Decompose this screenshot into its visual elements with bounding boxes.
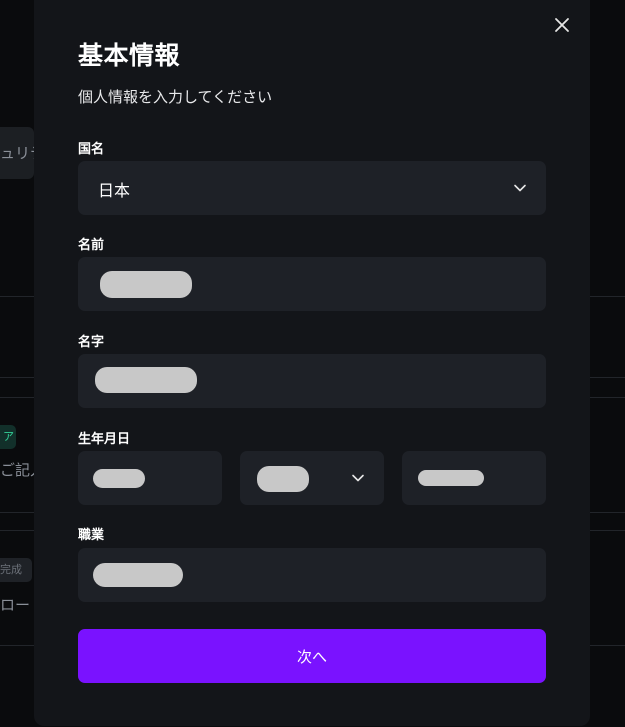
background-divider: [590, 397, 625, 398]
background-divider: [0, 530, 34, 531]
country-value: 日本: [98, 181, 131, 200]
last-name-input[interactable]: [78, 354, 546, 408]
background-divider: [590, 296, 625, 297]
country-select[interactable]: 日本: [78, 161, 546, 215]
next-button[interactable]: 次へ: [78, 629, 546, 683]
close-button[interactable]: [549, 12, 575, 38]
redacted-value: [93, 563, 183, 587]
close-icon: [555, 18, 569, 32]
background-text: ュリテ: [0, 144, 34, 162]
background-tag: 完成: [0, 558, 32, 582]
modal-title: 基本情報: [78, 41, 181, 70]
first-name-label: 名前: [78, 238, 105, 253]
chevron-down-icon: [352, 474, 364, 482]
background-divider: [0, 397, 34, 398]
birthdate-label: 生年月日: [78, 432, 131, 447]
redacted-value: [418, 470, 484, 486]
background-text: ロード: [0, 596, 34, 614]
background-divider: [590, 530, 625, 531]
background-text: ご記入: [0, 461, 34, 479]
first-name-input[interactable]: [78, 257, 546, 311]
birth-year-input[interactable]: [78, 451, 222, 505]
country-label: 国名: [78, 142, 105, 157]
background-divider: [0, 377, 34, 378]
last-name-label: 名字: [78, 335, 105, 350]
occupation-input[interactable]: [78, 548, 546, 602]
chevron-down-icon: [514, 184, 526, 192]
background-divider: [590, 645, 625, 646]
redacted-value: [257, 466, 309, 492]
modal-subtitle: 個人情報を入力してください: [78, 88, 273, 106]
background-divider: [590, 512, 625, 513]
background-divider: [590, 377, 625, 378]
redacted-value: [100, 271, 192, 298]
background-divider: [0, 512, 34, 513]
background-divider: [0, 645, 34, 646]
birth-day-input[interactable]: [402, 451, 546, 505]
background-tag: ア: [0, 425, 16, 449]
birth-month-select[interactable]: [240, 451, 384, 505]
background-divider: [0, 296, 34, 297]
occupation-label: 職業: [78, 528, 105, 543]
redacted-value: [95, 367, 197, 393]
redacted-value: [93, 469, 145, 488]
